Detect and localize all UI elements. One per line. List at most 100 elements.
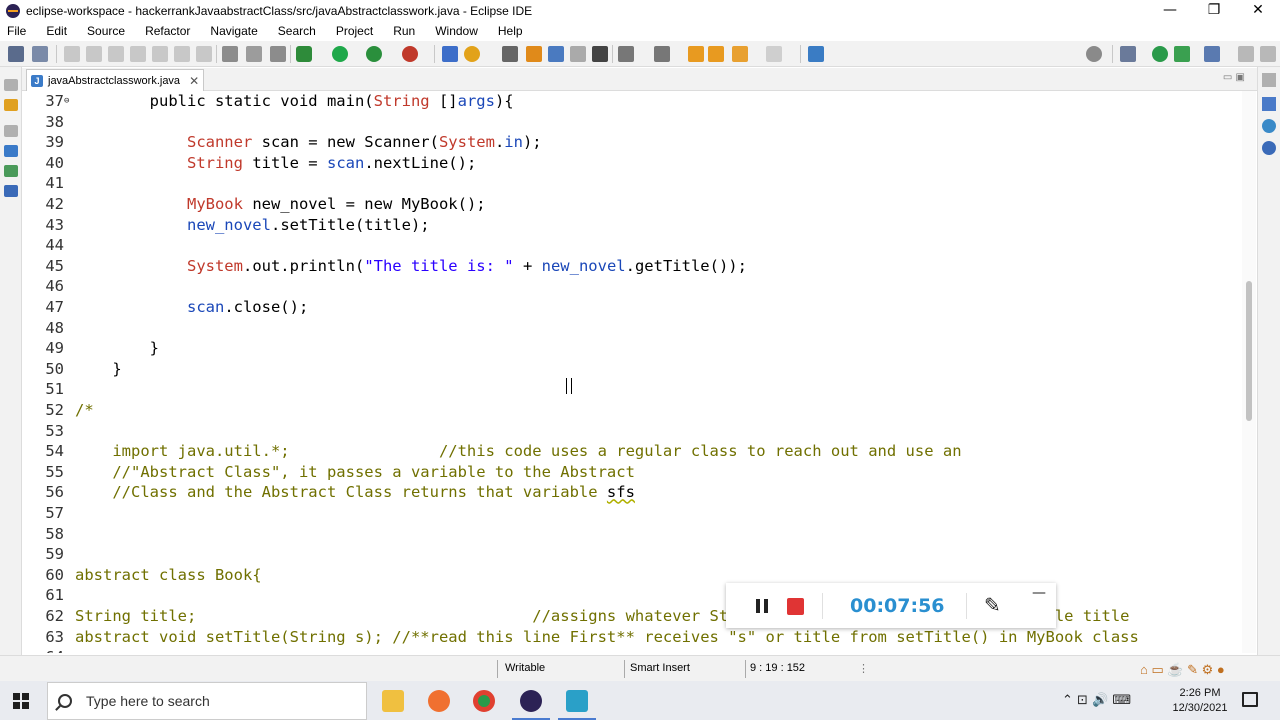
skip-breakpoints-icon[interactable] bbox=[222, 46, 238, 62]
suspend-icon[interactable] bbox=[86, 46, 102, 62]
code-line[interactable]: 41 bbox=[22, 173, 1242, 194]
editor-vertical-scrollbar[interactable] bbox=[1242, 91, 1256, 653]
close-tab-icon[interactable]: ✕ bbox=[189, 74, 199, 88]
quick-access-icon[interactable] bbox=[1086, 46, 1102, 62]
console-icon[interactable] bbox=[4, 185, 18, 197]
eclipse-taskbar-icon[interactable] bbox=[512, 690, 550, 720]
step-into-icon[interactable] bbox=[152, 46, 168, 62]
task-list-icon[interactable] bbox=[1262, 119, 1276, 133]
terminate-icon[interactable] bbox=[108, 46, 124, 62]
problems-icon[interactable] bbox=[4, 145, 18, 157]
menu-refactor[interactable]: Refactor bbox=[145, 24, 190, 38]
new-icon[interactable] bbox=[8, 46, 24, 62]
back-icon[interactable] bbox=[708, 46, 724, 62]
code-line[interactable]: 57 bbox=[22, 503, 1242, 524]
minimize-button[interactable]: — bbox=[1148, 0, 1192, 22]
code-line[interactable]: 44 bbox=[22, 235, 1242, 256]
terminal-icon[interactable] bbox=[246, 46, 262, 62]
package-explorer-icon[interactable] bbox=[4, 99, 18, 111]
forward-icon[interactable] bbox=[732, 46, 748, 62]
run-icon[interactable] bbox=[332, 46, 348, 62]
taskbar-search-box[interactable]: Type here to search bbox=[47, 682, 367, 720]
restore-icon[interactable] bbox=[4, 125, 18, 137]
code-line[interactable]: 50 } bbox=[22, 359, 1242, 380]
toggle-breadcrumb-icon[interactable] bbox=[502, 46, 518, 62]
connect-mylyn-icon[interactable] bbox=[1262, 141, 1276, 155]
code-line[interactable]: 56 //Class and the Abstract Class return… bbox=[22, 482, 1242, 503]
code-line[interactable]: 42 MyBook new_novel = new MyBook(); bbox=[22, 194, 1242, 215]
restore-button[interactable]: ❐ bbox=[1192, 0, 1236, 22]
file-explorer-icon[interactable] bbox=[382, 690, 404, 712]
code-line[interactable]: 52 /* bbox=[22, 400, 1242, 421]
stop-recording-icon[interactable] bbox=[787, 598, 804, 615]
last-edit-icon[interactable] bbox=[688, 46, 704, 62]
open-perspective-icon[interactable] bbox=[1120, 46, 1136, 62]
pen-icon[interactable]: ✎ bbox=[984, 593, 1001, 617]
disconnect-icon[interactable] bbox=[130, 46, 146, 62]
outline-icon[interactable] bbox=[1262, 97, 1276, 111]
code-line[interactable]: 53 bbox=[22, 421, 1242, 442]
code-editor[interactable]: 37 ⊖ public static void main(String []arg… bbox=[22, 91, 1242, 653]
show-whitespace-icon[interactable] bbox=[592, 46, 608, 62]
menu-source[interactable]: Source bbox=[87, 24, 125, 38]
word-wrap-icon[interactable] bbox=[548, 46, 564, 62]
code-line[interactable]: 51 bbox=[22, 379, 1242, 400]
build-icon[interactable] bbox=[270, 46, 286, 62]
javadoc-icon[interactable] bbox=[4, 165, 18, 177]
step-over-icon[interactable] bbox=[174, 46, 190, 62]
pause-icon[interactable] bbox=[756, 599, 768, 613]
status-more-icon[interactable]: ⋮ bbox=[858, 662, 869, 675]
fold-toggle-icon[interactable]: ⊖ bbox=[64, 91, 74, 112]
code-line[interactable]: 61 bbox=[22, 585, 1242, 606]
search-icon[interactable] bbox=[464, 46, 480, 62]
minimize-maximize-icon[interactable]: ▭ ▣ bbox=[1223, 72, 1245, 83]
resume-icon[interactable] bbox=[64, 46, 80, 62]
screen-recorder-taskbar-icon[interactable] bbox=[558, 690, 596, 720]
menu-project[interactable]: Project bbox=[336, 24, 373, 38]
save-icon[interactable] bbox=[32, 46, 48, 62]
java-perspective-icon[interactable] bbox=[1152, 46, 1168, 62]
code-line[interactable]: 48 bbox=[22, 318, 1242, 339]
save-all-icon[interactable] bbox=[1238, 46, 1254, 62]
code-line[interactable]: 55 //"Abstract Class", it passes a varia… bbox=[22, 462, 1242, 483]
previous-annotation-icon[interactable] bbox=[654, 46, 670, 62]
next-annotation-icon[interactable] bbox=[618, 46, 634, 62]
minimize-recorder-icon[interactable]: — bbox=[1032, 585, 1046, 601]
code-line[interactable]: 60 abstract class Book{ bbox=[22, 565, 1242, 586]
menu-search[interactable]: Search bbox=[278, 24, 316, 38]
chrome-icon[interactable] bbox=[473, 690, 495, 712]
pin-editor-icon[interactable] bbox=[808, 46, 824, 62]
firefox-icon[interactable] bbox=[428, 690, 450, 712]
code-line[interactable]: 47 scan.close(); bbox=[22, 297, 1242, 318]
restore-icon[interactable] bbox=[4, 79, 18, 91]
code-line[interactable]: 37 ⊖ public static void main(String []arg… bbox=[22, 91, 1242, 112]
status-tray-icons[interactable]: ⌂ ▭ ☕ ✎ ⚙ ● bbox=[1140, 662, 1225, 678]
restore-icon[interactable] bbox=[1262, 73, 1276, 87]
menu-help[interactable]: Help bbox=[498, 24, 523, 38]
code-line[interactable]: 49 } bbox=[22, 338, 1242, 359]
code-line[interactable]: 63 abstract void setTitle(String s); //**… bbox=[22, 627, 1242, 648]
git-perspective-icon[interactable] bbox=[1204, 46, 1220, 62]
code-line[interactable]: 64 bbox=[22, 647, 1242, 653]
notifications-icon[interactable] bbox=[1242, 692, 1258, 707]
code-line[interactable]: 58 bbox=[22, 524, 1242, 545]
tray-icons[interactable]: ⌃ ⊡ 🔊 ⌨ bbox=[1062, 693, 1131, 708]
code-line[interactable]: 62 String title; //assigns whatever Stri … bbox=[22, 606, 1242, 627]
debug-icon[interactable] bbox=[296, 46, 312, 62]
next-edit-icon[interactable] bbox=[766, 46, 782, 62]
new-java-project-icon[interactable] bbox=[442, 46, 458, 62]
code-line[interactable]: 45 System.out.println("The title is: " +… bbox=[22, 256, 1242, 277]
code-line[interactable]: 46 bbox=[22, 276, 1242, 297]
close-window-button[interactable]: ✕ bbox=[1236, 0, 1280, 22]
print-icon[interactable] bbox=[1260, 46, 1276, 62]
block-selection-icon[interactable] bbox=[570, 46, 586, 62]
code-line[interactable]: 43 new_novel.setTitle(title); bbox=[22, 215, 1242, 236]
code-line[interactable]: 38 bbox=[22, 112, 1242, 133]
step-return-icon[interactable] bbox=[196, 46, 212, 62]
menu-navigate[interactable]: Navigate bbox=[210, 24, 257, 38]
code-line[interactable]: 40 String title = scan.nextLine(); bbox=[22, 153, 1242, 174]
taskbar-clock[interactable]: 2:26 PM 12/30/2021 bbox=[1170, 686, 1230, 716]
menu-window[interactable]: Window bbox=[435, 24, 478, 38]
coverage-icon[interactable] bbox=[366, 46, 382, 62]
debug-perspective-icon[interactable] bbox=[1174, 46, 1190, 62]
